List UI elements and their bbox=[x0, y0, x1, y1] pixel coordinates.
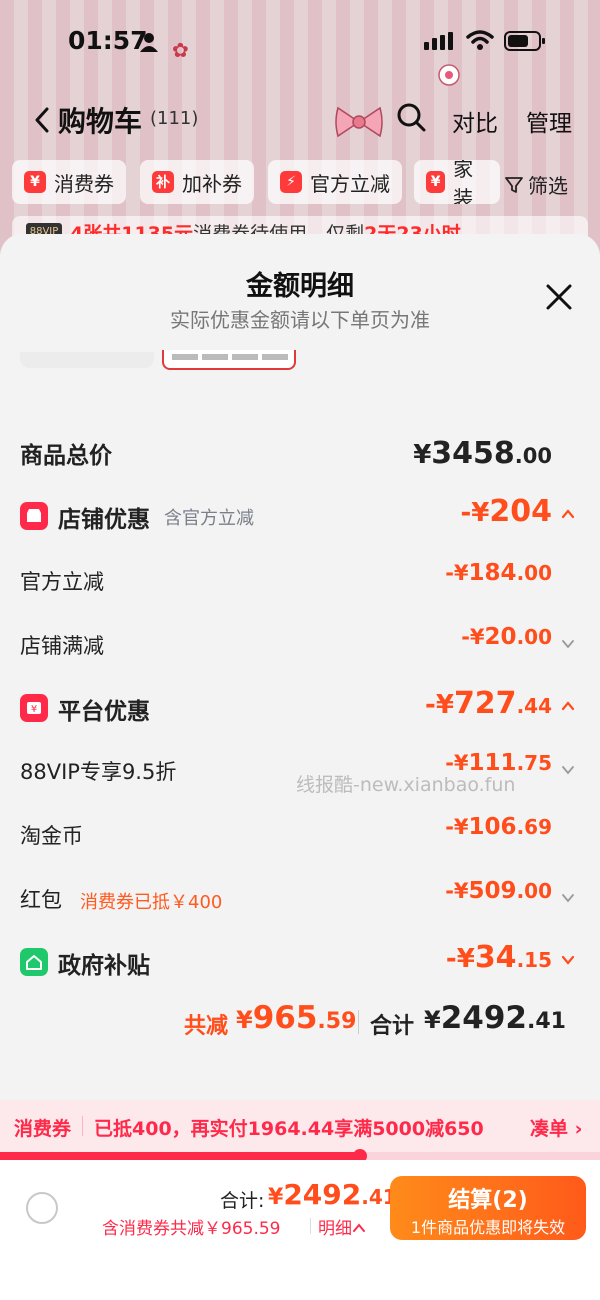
select-all-checkbox[interactable] bbox=[26, 1192, 58, 1224]
watermark: 线报酷-new.xianbao.fun bbox=[296, 774, 516, 796]
lightning-icon: ⚡ bbox=[280, 171, 302, 193]
bunny-decoration-icon bbox=[438, 64, 460, 86]
store-full-cut-label: 店铺满减 bbox=[20, 634, 104, 658]
cart-nav-bar: 购物车 (111) 对比 管理 bbox=[0, 64, 600, 144]
divider bbox=[82, 1116, 83, 1136]
checkout-button-label: 结算(2) bbox=[448, 1188, 528, 1213]
person-icon bbox=[140, 33, 158, 52]
store-icon bbox=[20, 502, 48, 530]
red-packet-row[interactable]: 红包 消费券已抵￥400 -¥509.00 bbox=[0, 874, 600, 924]
chevron-down-icon bbox=[562, 640, 574, 649]
chevron-down-icon bbox=[562, 766, 574, 775]
chevron-down-icon bbox=[562, 894, 574, 903]
checkout-button[interactable]: 结算(2) 1件商品优惠即将失效 bbox=[390, 1176, 586, 1240]
yen-icon: ¥ bbox=[426, 171, 446, 193]
store-discount-row[interactable]: 店铺优惠 含官方立减 -¥204 bbox=[0, 490, 600, 540]
product-total-amount: ¥3458.00 bbox=[413, 436, 552, 471]
status-time: 01:57 bbox=[68, 26, 148, 55]
checkout-bar: 合计: ¥2492.41 含消费券共减￥965.59 明细 结算(2) 1件商品… bbox=[0, 1160, 600, 1300]
status-bar: 01:57 ✿ bbox=[0, 18, 600, 62]
coupon-message: 已抵400，再实付1964.44享满5000减650 bbox=[94, 1118, 484, 1140]
compare-button[interactable]: 对比 bbox=[452, 104, 498, 138]
chevron-up-icon bbox=[561, 701, 575, 711]
chevron-up-icon bbox=[561, 509, 575, 519]
battery-icon bbox=[504, 31, 545, 51]
search-icon[interactable] bbox=[396, 102, 426, 132]
chip-label: 官方立减 bbox=[310, 171, 390, 196]
checkout-total-amount: ¥2492.41 bbox=[268, 1178, 397, 1211]
coupon-progress-fill bbox=[0, 1152, 360, 1160]
saved-amount: ¥965.59 bbox=[236, 1000, 357, 1036]
filter-chip-row: ¥ 消费券 补 加补券 ⚡ 官方立减 ¥ 家装 筛选 bbox=[0, 160, 600, 206]
chip-subsidy-coupon[interactable]: 补 加补券 bbox=[140, 160, 254, 204]
taojinbi-label: 淘金币 bbox=[20, 824, 83, 848]
platform-discount-amount: -¥727.44 bbox=[425, 686, 552, 721]
cart-count: (111) bbox=[150, 108, 199, 129]
berry-icon: ✿ bbox=[172, 38, 189, 62]
taojinbi-row: 淘金币 -¥106.69 bbox=[0, 810, 600, 860]
checkout-button-sub: 1件商品优惠即将失效 bbox=[410, 1218, 566, 1237]
divider bbox=[358, 1010, 359, 1034]
store-full-cut-amount: -¥20.00 bbox=[461, 624, 552, 650]
sheet-subtitle: 实际优惠金额请以下单页为准 bbox=[170, 308, 430, 332]
coupon-progress-bar: 消费券 已抵400，再实付1964.44享满5000减650 凑单 › bbox=[0, 1100, 600, 1152]
product-thumbnail-peek bbox=[20, 352, 154, 368]
back-icon[interactable] bbox=[32, 106, 52, 134]
store-discount-label: 店铺优惠 bbox=[58, 507, 150, 533]
chip-label: 家装 bbox=[453, 160, 474, 204]
manage-button[interactable]: 管理 bbox=[526, 104, 572, 138]
signal-icon bbox=[424, 32, 453, 50]
checkout-discount-text: 含消费券共减￥965.59 bbox=[102, 1219, 281, 1239]
red-packet-amount: -¥509.00 bbox=[445, 878, 552, 904]
checkout-total-label: 合计: bbox=[220, 1190, 265, 1212]
saved-label: 共减 bbox=[184, 1014, 229, 1039]
bow-decoration-icon bbox=[335, 106, 383, 138]
chevron-down-icon bbox=[561, 955, 575, 965]
chevron-up-icon bbox=[353, 1223, 365, 1232]
sheet-total-amount: ¥2492.41 bbox=[424, 1000, 566, 1036]
gov-subsidy-amount: -¥34.15 bbox=[445, 940, 552, 975]
red-packet-label: 红包 bbox=[20, 888, 62, 912]
store-full-cut-row[interactable]: 店铺满减 -¥20.00 bbox=[0, 620, 600, 670]
wifi-icon bbox=[466, 30, 494, 50]
subsidy-icon: 补 bbox=[152, 171, 174, 193]
official-cut-row: 官方立减 -¥184.00 bbox=[0, 556, 600, 606]
svg-text:¥: ¥ bbox=[31, 704, 37, 715]
detail-toggle[interactable]: 明细 bbox=[318, 1214, 366, 1239]
product-thumbnail-peek bbox=[162, 350, 296, 370]
chip-label: 消费券 bbox=[54, 171, 114, 196]
sheet-total-label: 合计 bbox=[370, 1014, 415, 1039]
taojinbi-amount: -¥106.69 bbox=[445, 814, 552, 840]
coupon-title: 消费券 bbox=[14, 1118, 72, 1140]
store-discount-amount: -¥204 bbox=[460, 494, 552, 529]
chip-consumption-coupon[interactable]: ¥ 消费券 bbox=[12, 160, 126, 204]
funnel-icon bbox=[505, 176, 523, 193]
house-icon bbox=[20, 948, 48, 976]
official-cut-label: 官方立减 bbox=[20, 570, 104, 594]
divider bbox=[310, 1218, 311, 1234]
add-more-link[interactable]: 凑单 › bbox=[530, 1114, 582, 1141]
platform-discount-row[interactable]: ¥ 平台优惠 -¥727.44 bbox=[0, 682, 600, 732]
yen-icon: ¥ bbox=[24, 171, 46, 193]
red-packet-note: 消费券已抵￥400 bbox=[80, 892, 223, 913]
platform-discount-label: 平台优惠 bbox=[58, 699, 150, 725]
close-icon[interactable] bbox=[544, 282, 574, 312]
filter-label: 筛选 bbox=[528, 174, 568, 198]
sheet-title: 金额明细 bbox=[246, 271, 354, 302]
coupon-icon: ¥ bbox=[20, 694, 48, 722]
detail-label: 明细 bbox=[318, 1219, 352, 1239]
gov-subsidy-label: 政府补贴 bbox=[58, 953, 150, 979]
vip-discount-label: 88VIP专享9.5折 bbox=[20, 760, 177, 784]
chip-label: 加补券 bbox=[182, 171, 242, 196]
sheet-summary: 共减 ¥965.59 合计 ¥2492.41 bbox=[0, 1000, 600, 1044]
filter-button[interactable]: 筛选 bbox=[504, 170, 568, 199]
chip-home-decor[interactable]: ¥ 家装 bbox=[414, 160, 500, 204]
page-title: 购物车 bbox=[58, 105, 143, 138]
chip-official-cut[interactable]: ⚡ 官方立减 bbox=[268, 160, 402, 204]
store-discount-note: 含官方立减 bbox=[164, 508, 254, 529]
product-total-label: 商品总价 bbox=[20, 443, 112, 469]
official-cut-amount: -¥184.00 bbox=[445, 560, 552, 586]
gov-subsidy-row[interactable]: 政府补贴 -¥34.15 bbox=[0, 936, 600, 986]
